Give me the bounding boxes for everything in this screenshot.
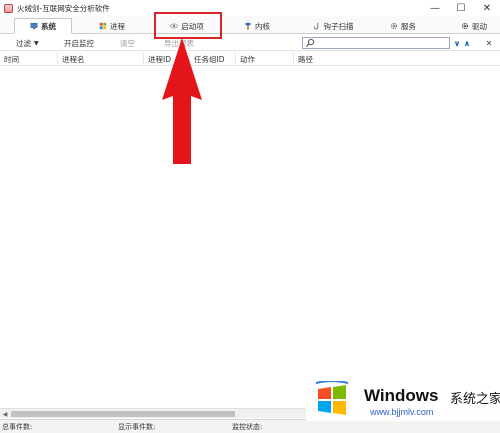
tab-process[interactable]: 进程: [86, 18, 138, 34]
monitor-status: 监控状态:: [232, 423, 263, 431]
column-header-action[interactable]: 动作: [236, 52, 294, 66]
maximize-button[interactable]: ☐: [448, 0, 474, 16]
search-prev-button[interactable]: ∧: [462, 37, 472, 49]
toolbar: 过滤 ▼ 开启监控 清空 导出报表 ∨ ∧ ✕: [0, 35, 500, 51]
clear-button[interactable]: 清空: [120, 35, 135, 51]
start-monitor-button[interactable]: 开启监控: [64, 35, 94, 51]
filter-label: 过滤: [16, 38, 31, 48]
watermark-url: www.bjjmlv.com: [370, 407, 434, 417]
tab-label: 内核: [255, 21, 270, 31]
tab-label: 服务: [401, 21, 416, 31]
watermark: Windows 系统之家 www.bjjmlv.com: [306, 377, 500, 421]
tab-hook-scan[interactable]: 钩子扫描: [300, 18, 366, 34]
window-title: 火绒剑-互联网安全分析软件: [17, 3, 110, 13]
chevron-down-icon: ▼: [34, 39, 39, 47]
watermark-brand-cn: 系统之家: [450, 392, 500, 407]
tab-drivers[interactable]: 驱动: [448, 18, 500, 34]
title-bar: 火绒剑-互联网安全分析软件 — ☐ ✕: [0, 0, 500, 16]
event-list-header: 时间 进程名 进程ID 任务组ID 动作 路径: [0, 52, 500, 66]
windows-logo-icon: [99, 22, 107, 30]
gear-icon: [461, 22, 469, 30]
tab-system[interactable]: 系统: [14, 18, 72, 34]
hammer-icon: [245, 22, 251, 30]
hook-icon: [313, 22, 318, 30]
tab-kernel[interactable]: 内核: [232, 18, 282, 34]
search-input[interactable]: [317, 38, 447, 48]
close-button[interactable]: ✕: [474, 0, 500, 16]
app-icon: [4, 3, 13, 13]
main-tab-bar: 系统 进程 启动项 内核 钩子扫描 服务 驱动: [0, 16, 500, 34]
search-next-button[interactable]: ∨: [452, 37, 462, 49]
total-events-status: 总事件数:: [2, 423, 33, 431]
status-bar: 总事件数: 显示事件数: 监控状态:: [0, 419, 500, 433]
column-header-path[interactable]: 路径: [294, 52, 500, 66]
close-search-button[interactable]: ✕: [484, 37, 494, 49]
event-list[interactable]: [0, 66, 500, 408]
highlight-box: [154, 12, 222, 39]
gear-icon: [390, 22, 398, 30]
minimize-button[interactable]: —: [422, 0, 448, 16]
filter-dropdown[interactable]: 过滤 ▼: [16, 35, 39, 51]
window-controls: — ☐ ✕: [422, 0, 500, 16]
scroll-left-icon[interactable]: ◀: [0, 409, 10, 419]
search-navigation: ∨ ∧: [452, 37, 472, 49]
tab-services[interactable]: 服务: [378, 18, 428, 34]
tab-label: 进程: [110, 21, 125, 31]
tab-label: 钩子扫描: [323, 21, 354, 31]
tab-label: 系统: [41, 21, 56, 31]
tab-label: 驱动: [472, 21, 487, 31]
search-icon: [305, 38, 315, 48]
watermark-brand: Windows: [364, 386, 439, 405]
windows-logo-icon: [315, 381, 349, 415]
column-header-process-name[interactable]: 进程名: [58, 52, 144, 66]
column-header-time[interactable]: 时间: [0, 52, 58, 66]
monitor-icon: [30, 22, 38, 29]
shown-events-status: 显示事件数:: [118, 423, 156, 431]
scrollbar-thumb[interactable]: [11, 411, 235, 417]
red-arrow-annotation: [162, 38, 202, 164]
search-box: [302, 37, 450, 49]
